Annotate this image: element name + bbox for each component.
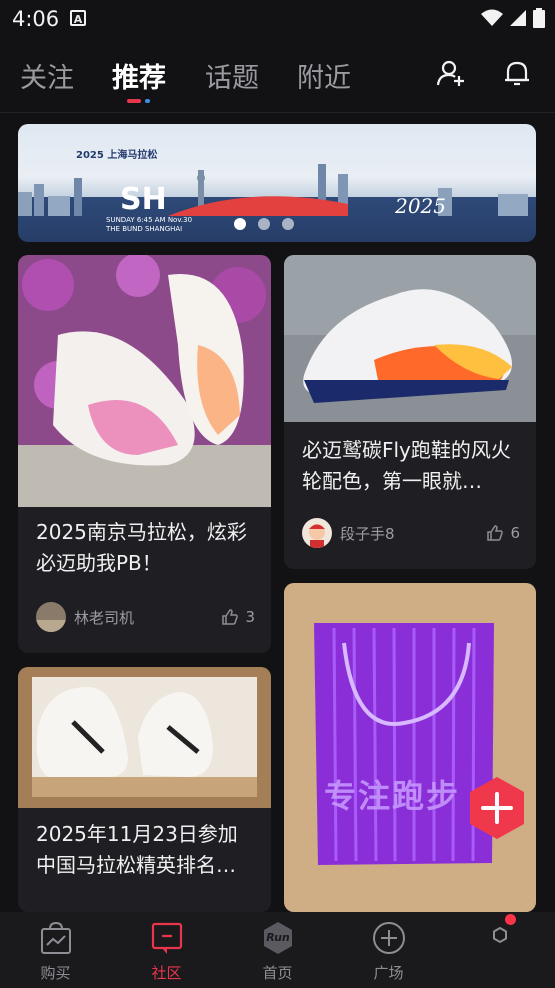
- banner-subline: SUNDAY 6:45 AM Nov.30 THE BUND SHANGHAI: [106, 216, 192, 234]
- post-author[interactable]: 段子手8: [340, 523, 486, 544]
- pagination-dot[interactable]: [234, 218, 246, 230]
- tab-topics[interactable]: 话题: [205, 56, 259, 95]
- avatar[interactable]: [36, 602, 66, 632]
- nav-label: 首页: [262, 964, 293, 982]
- nav-community[interactable]: 社区: [111, 912, 222, 988]
- banner-venue: THE BUND SHANGHAI: [106, 225, 183, 233]
- post-card[interactable]: 专注跑步: [284, 583, 536, 912]
- notification-badge: [505, 914, 516, 925]
- post-title: 2025南京马拉松，炫彩必迈助我PB！: [36, 520, 247, 575]
- nav-buy[interactable]: 购买: [0, 912, 111, 988]
- like-count: 3: [245, 608, 255, 626]
- post-author[interactable]: 林老司机: [74, 607, 221, 628]
- tab-nearby[interactable]: 附近: [297, 56, 351, 95]
- add-friend-icon[interactable]: [436, 58, 466, 88]
- thumbs-up-icon: [487, 525, 504, 541]
- banner-headline: SH: [120, 182, 167, 217]
- run-logo-text: Run: [266, 931, 290, 944]
- like-button[interactable]: 3: [221, 608, 255, 626]
- post-title: 必迈鹫碳Fly跑鞋的风火轮配色，第一眼就…: [302, 438, 511, 493]
- banner-year: 2025: [395, 194, 446, 218]
- tab-active-indicator-dot: [145, 99, 150, 103]
- signal-icon: [510, 10, 526, 26]
- post-image-shoes-box: [18, 667, 271, 808]
- nav-home[interactable]: Run 首页: [222, 912, 333, 988]
- pagination-dot[interactable]: [282, 218, 294, 230]
- post-image-bag: [284, 583, 536, 912]
- post-image-caption: 专注跑步: [324, 777, 461, 815]
- nav-label: 购买: [40, 964, 71, 982]
- post-title: 2025年11月23日参加中国马拉松精英排名…: [36, 822, 238, 877]
- tab-recommended[interactable]: 推荐: [112, 56, 166, 95]
- avatar[interactable]: [302, 518, 332, 548]
- plus-circle-icon: [373, 922, 405, 954]
- nav-label: 广场: [373, 964, 404, 982]
- nav-profile[interactable]: [444, 912, 555, 988]
- status-time: 4:06: [12, 7, 60, 31]
- post-card[interactable]: 2025年11月23日参加中国马拉松精英排名…: [18, 667, 271, 912]
- status-bar: 4:06 A: [0, 0, 555, 40]
- top-tab-bar: 关注 推荐 话题 附近: [0, 40, 555, 113]
- wifi-icon: [481, 9, 503, 26]
- nav-label: 社区: [151, 964, 182, 982]
- like-button[interactable]: 6: [486, 524, 520, 542]
- post-card[interactable]: 2025南京马拉松，炫彩必迈助我PB！ 林老司机 3: [18, 255, 271, 653]
- pagination-dot[interactable]: [258, 218, 270, 230]
- battery-icon: [533, 8, 545, 28]
- thumbs-up-icon: [222, 609, 239, 625]
- tab-following[interactable]: 关注: [20, 56, 74, 95]
- nav-plaza[interactable]: 广场: [333, 912, 444, 988]
- create-post-button[interactable]: [464, 775, 530, 841]
- community-icon: [151, 922, 183, 954]
- post-image-shoes: [18, 255, 271, 507]
- bottom-nav: 购买 社区 Run 首页 广场: [0, 912, 555, 988]
- banner-logo-text: 2025 上海马拉松: [76, 150, 158, 161]
- status-icons: [481, 8, 545, 28]
- banner-skyline-image: [18, 164, 528, 216]
- like-count: 6: [510, 524, 520, 542]
- bell-icon[interactable]: [502, 58, 532, 88]
- banner-date: SUNDAY 6:45 AM Nov.30: [106, 216, 193, 224]
- event-banner[interactable]: 2025 上海马拉松 SH SUNDAY 6:45 AM Nov.30 THE …: [18, 124, 536, 242]
- tab-active-indicator: [127, 99, 141, 103]
- hexagon-icon: [493, 926, 507, 944]
- post-card[interactable]: 必迈鹫碳Fly跑鞋的风火轮配色，第一眼就… 段子手8 6: [284, 255, 536, 569]
- post-meta: 段子手8 6: [302, 517, 520, 549]
- post-meta: 林老司机 3: [36, 601, 255, 633]
- notification-a-icon: A: [70, 10, 86, 26]
- shopping-bag-icon: [41, 921, 71, 954]
- post-image-shoe: [284, 255, 536, 422]
- banner-pagination: [234, 218, 294, 230]
